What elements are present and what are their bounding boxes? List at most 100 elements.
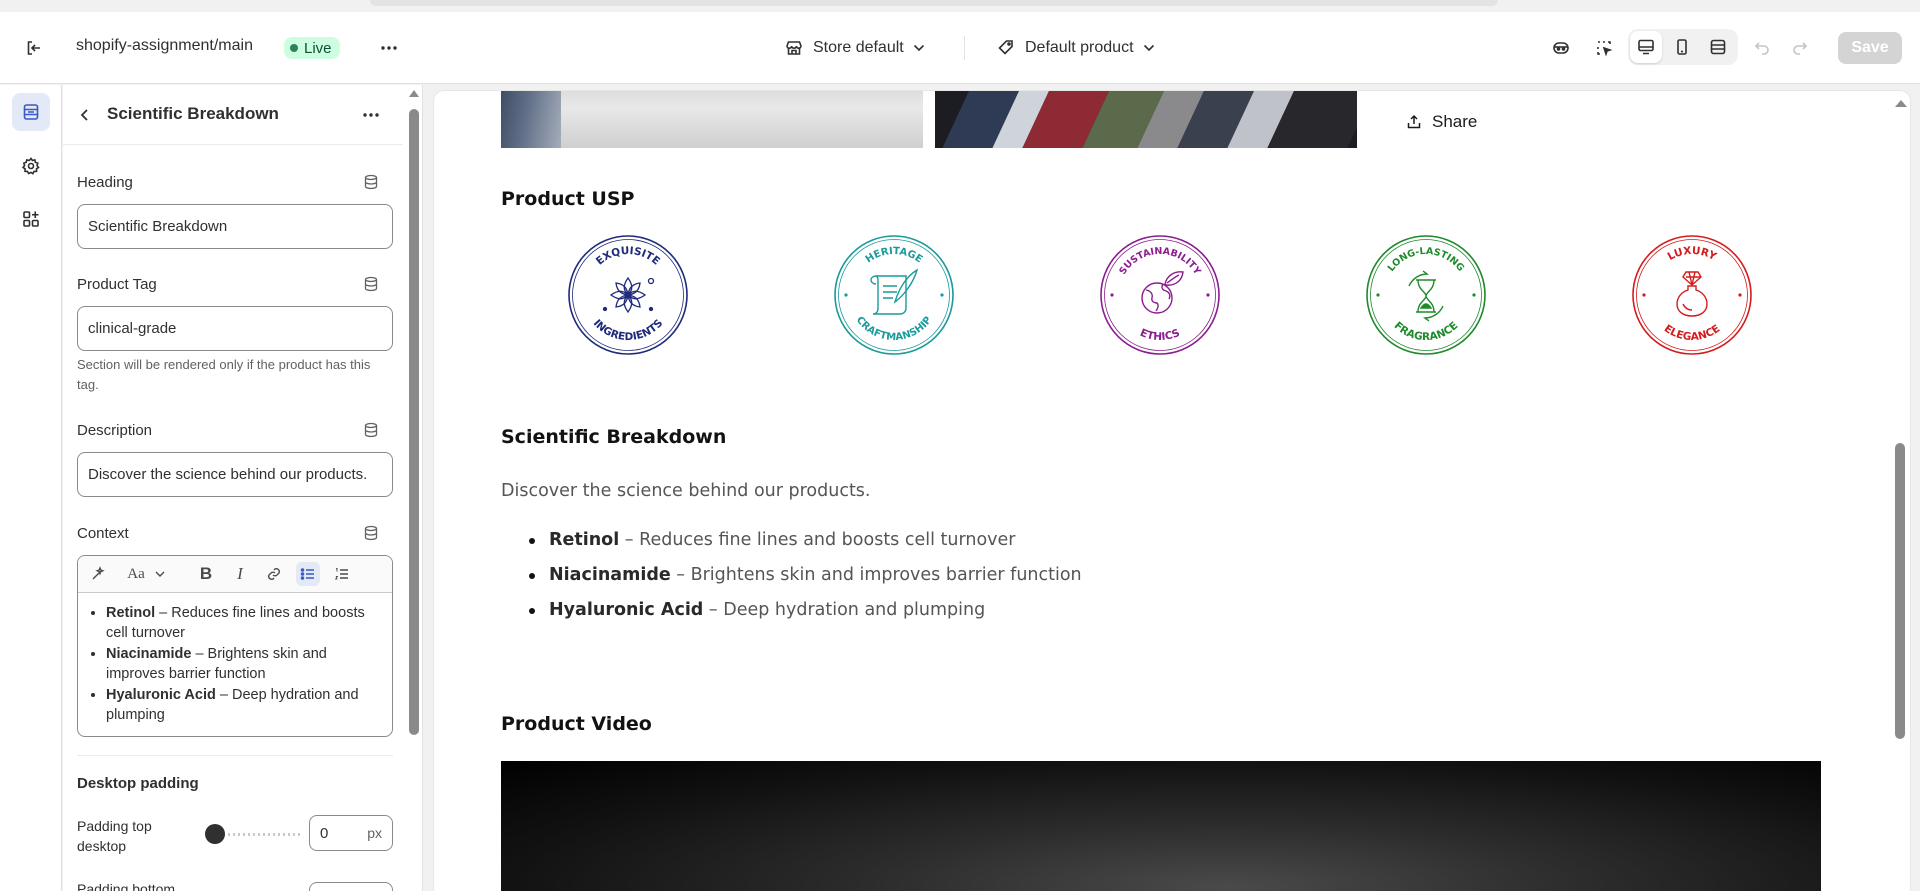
undo-icon[interactable] bbox=[1746, 32, 1778, 64]
sections-icon[interactable] bbox=[12, 93, 50, 131]
sci-list: Retinol – Reduces fine lines and boosts … bbox=[501, 523, 1082, 628]
ingredient-name: Retinol bbox=[106, 605, 156, 621]
ingredient-text: – Reduces fine lines and boosts cell tur… bbox=[619, 530, 1016, 550]
desktop-view-icon[interactable] bbox=[1630, 31, 1662, 63]
long-lasting-fragrance-badge: LONG-LASTING FRAGRANCE bbox=[1366, 235, 1486, 355]
bold-icon[interactable]: B bbox=[194, 562, 218, 586]
exquisite-ingredients-badge: EXQUISITE INGREDIENTS bbox=[568, 235, 688, 355]
scroll-up-icon[interactable] bbox=[1895, 100, 1907, 107]
padding-top-slider-track[interactable] bbox=[213, 833, 301, 836]
status-badge-label: Live bbox=[304, 39, 332, 57]
settings-gear-icon[interactable] bbox=[12, 147, 50, 185]
svg-text:ETHICS: ETHICS bbox=[1138, 327, 1181, 343]
badge-bottom-text: CRAFTMANSHIP bbox=[854, 315, 934, 343]
badge-top-text: HERITAGE bbox=[864, 246, 925, 266]
badge-bottom-text: FRAGRANCE bbox=[1392, 320, 1461, 343]
sidekick-icon[interactable] bbox=[1545, 32, 1577, 64]
exit-icon[interactable] bbox=[18, 32, 50, 64]
context-rich-text-editor[interactable]: Aa B I Retinol – Reduces fine lines and … bbox=[77, 555, 393, 737]
more-actions-icon[interactable] bbox=[373, 32, 405, 64]
scrollbar-thumb[interactable] bbox=[409, 109, 419, 735]
fabric-fold bbox=[501, 91, 561, 148]
panel-scrollbar[interactable] bbox=[405, 85, 422, 891]
product-image[interactable] bbox=[935, 91, 1357, 148]
browser-top-strip bbox=[0, 0, 1920, 12]
inspector-icon[interactable] bbox=[1588, 32, 1620, 64]
scroll-quill-icon bbox=[870, 268, 919, 315]
product-image[interactable] bbox=[501, 91, 923, 148]
italic-icon[interactable]: I bbox=[228, 562, 252, 586]
svg-text:CRAFTMANSHIP: CRAFTMANSHIP bbox=[854, 315, 934, 343]
live-dot-icon bbox=[290, 44, 298, 52]
list-item: Niacinamide – Brightens skin and improve… bbox=[106, 644, 384, 684]
link-icon[interactable] bbox=[262, 562, 286, 586]
list-item: Retinol – Reduces fine lines and boosts … bbox=[501, 523, 1082, 558]
svg-text:ELEGANCE: ELEGANCE bbox=[1662, 323, 1722, 344]
dynamic-source-icon[interactable] bbox=[363, 174, 379, 190]
badge-top-text: EXQUISITE bbox=[594, 245, 662, 268]
back-icon[interactable] bbox=[69, 99, 101, 131]
heading-label: Heading bbox=[77, 174, 133, 191]
ingredient-name: Hyaluronic Acid bbox=[549, 600, 704, 620]
svg-text:EXQUISITE: EXQUISITE bbox=[594, 245, 662, 268]
dynamic-source-icon[interactable] bbox=[363, 525, 379, 541]
dynamic-source-icon[interactable] bbox=[363, 276, 379, 292]
sci-description: Discover the science behind our products… bbox=[501, 481, 871, 501]
preview-canvas: Share Product USP EXQUISITE INGREDIENTS … bbox=[434, 91, 1910, 891]
padding-bottom-label: Padding bottom bbox=[77, 881, 176, 891]
status-badge: Live bbox=[284, 37, 340, 59]
fullscreen-view-icon[interactable] bbox=[1702, 31, 1734, 63]
padding-top-slider-handle[interactable] bbox=[205, 824, 225, 844]
badge-top-text: LUXURY bbox=[1666, 245, 1719, 263]
product-tag-label: Product Tag bbox=[77, 276, 157, 293]
video-heading: Product Video bbox=[501, 713, 652, 735]
theme-selector[interactable]: Store default bbox=[784, 32, 925, 64]
product-tag-help: Section will be rendered only if the pro… bbox=[77, 357, 371, 392]
flower-icon bbox=[602, 276, 655, 314]
scroll-up-icon[interactable] bbox=[409, 90, 419, 97]
svg-text:HERITAGE: HERITAGE bbox=[864, 246, 925, 266]
padding-top-value: 0 bbox=[320, 824, 329, 842]
context-bullet-list: Retinol – Reduces fine lines and boosts … bbox=[78, 593, 392, 725]
padding-top-input[interactable]: 0 px bbox=[309, 815, 393, 851]
magic-sparkle-icon[interactable] bbox=[86, 562, 110, 586]
text-style-dropdown[interactable]: Aa bbox=[126, 562, 166, 586]
usp-heading: Product USP bbox=[501, 188, 635, 210]
ingredient-text: – Brightens skin and improves barrier fu… bbox=[670, 565, 1082, 585]
badge-bottom-text: ETHICS bbox=[1138, 327, 1181, 343]
product-tag-input[interactable]: clinical-grade bbox=[77, 306, 393, 351]
dynamic-source-icon[interactable] bbox=[363, 422, 379, 438]
save-button[interactable]: Save bbox=[1838, 32, 1902, 64]
panel-more-icon[interactable] bbox=[355, 99, 387, 131]
share-button[interactable]: Share bbox=[1406, 112, 1477, 132]
scrollbar-thumb[interactable] bbox=[1895, 443, 1905, 739]
padding-unit: px bbox=[367, 825, 382, 841]
chevron-down-icon bbox=[155, 571, 165, 577]
numbered-list-icon[interactable] bbox=[330, 562, 354, 586]
theme-selector-label: Store default bbox=[813, 39, 904, 56]
padding-top-label: Padding top desktop bbox=[77, 818, 152, 854]
store-name: shopify-assignment/main bbox=[76, 37, 253, 54]
section-settings-panel: Scientific Breakdown Heading Scientific … bbox=[63, 85, 423, 891]
bullet-list-icon[interactable] bbox=[296, 562, 320, 586]
heading-input[interactable]: Scientific Breakdown bbox=[77, 204, 393, 249]
badge-bottom-text: INGREDIENTS bbox=[591, 317, 666, 343]
padding-bottom-input[interactable] bbox=[309, 882, 393, 891]
description-input[interactable]: Discover the science behind our products… bbox=[77, 452, 393, 497]
luxury-elegance-badge: LUXURY ELEGANCE bbox=[1632, 235, 1752, 355]
svg-text:SUSTAINABILITY: SUSTAINABILITY bbox=[1117, 246, 1202, 277]
redo-icon[interactable] bbox=[1784, 32, 1816, 64]
share-icon bbox=[1407, 114, 1421, 129]
template-selector[interactable]: Default product bbox=[996, 32, 1155, 64]
sustainability-ethics-badge: SUSTAINABILITY ETHICS bbox=[1100, 235, 1220, 355]
preview-scrollbar[interactable] bbox=[1890, 91, 1910, 891]
badge-bottom-text: ELEGANCE bbox=[1662, 323, 1722, 344]
chevron-down-icon bbox=[913, 44, 924, 52]
apps-icon[interactable] bbox=[12, 200, 50, 238]
badge-top-text: SUSTAINABILITY bbox=[1117, 246, 1202, 277]
product-video[interactable] bbox=[501, 761, 1821, 891]
list-item: Hyaluronic Acid – Deep hydration and plu… bbox=[501, 593, 1082, 628]
divider bbox=[964, 36, 965, 60]
store-icon bbox=[786, 41, 802, 55]
mobile-view-icon[interactable] bbox=[1666, 31, 1698, 63]
